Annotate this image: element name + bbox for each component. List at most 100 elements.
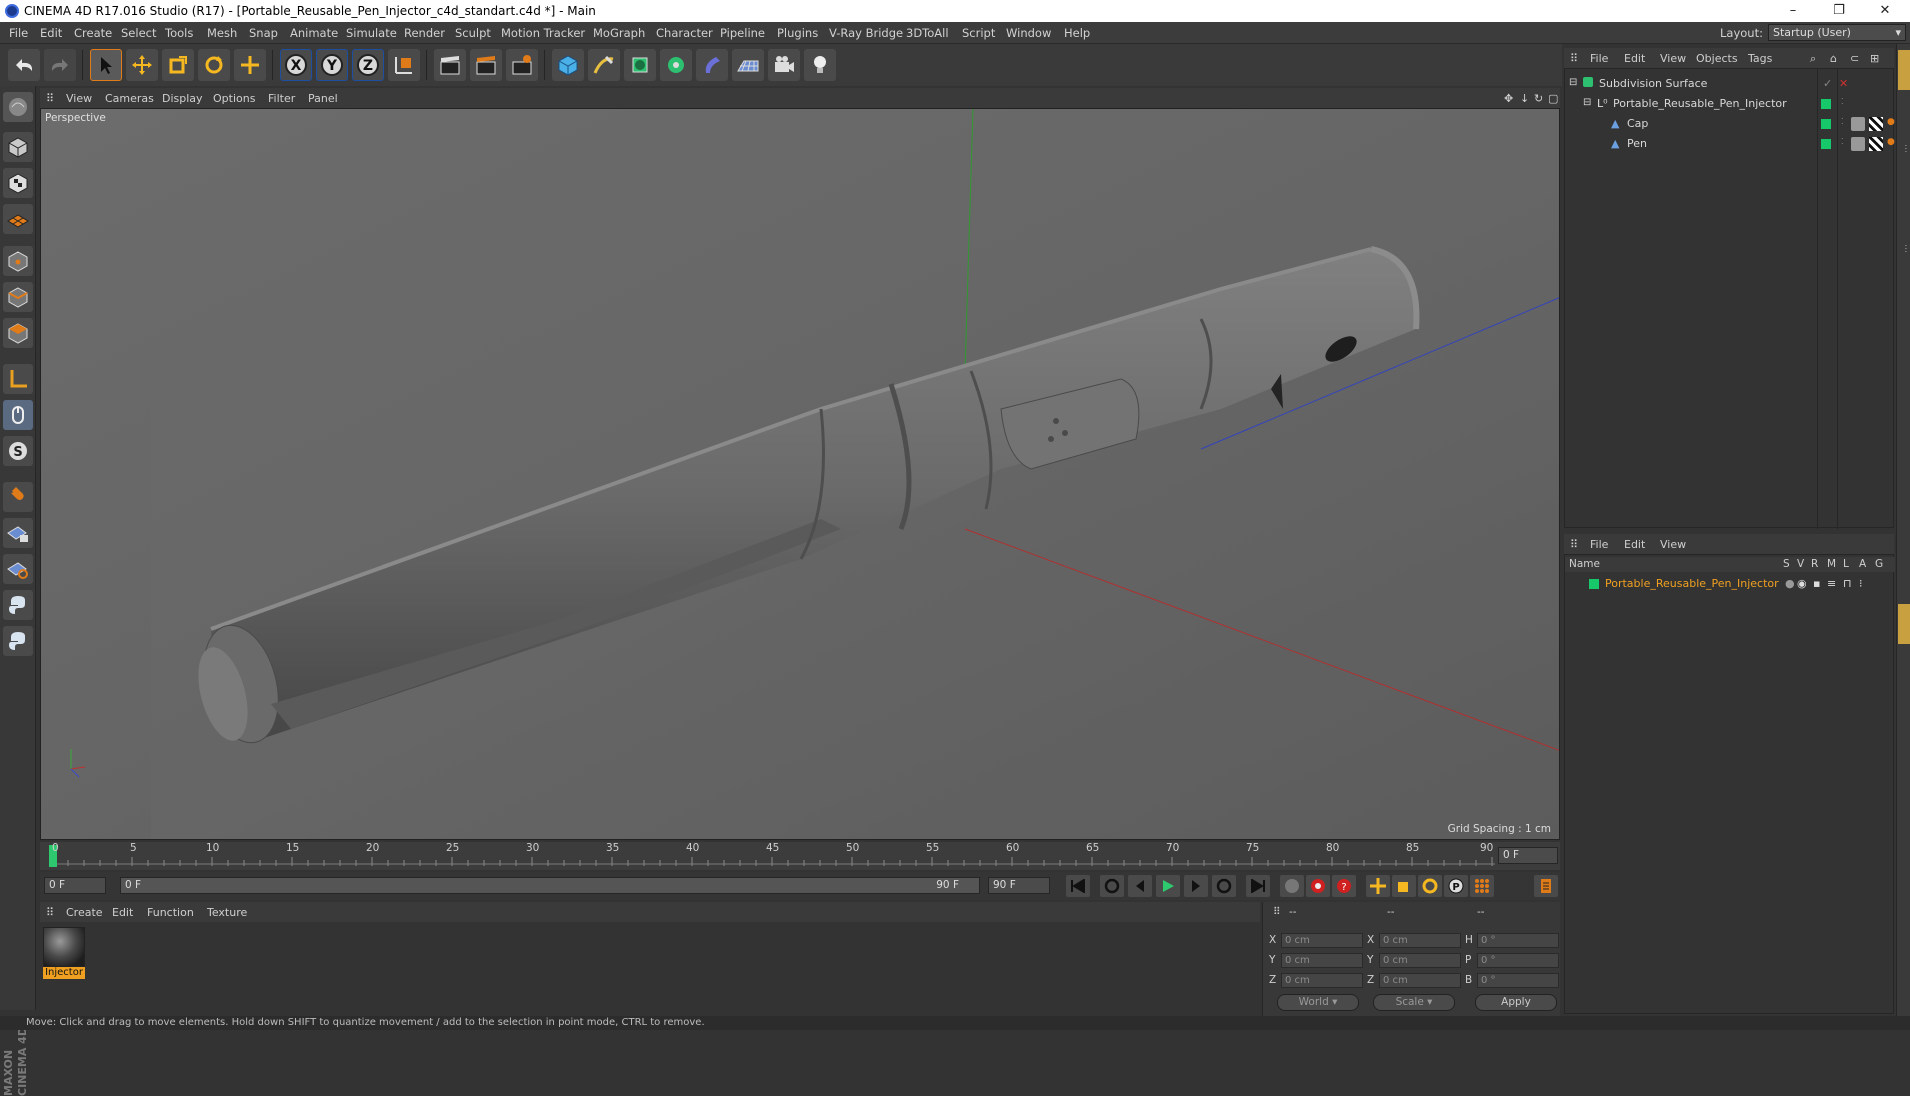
viewport-menu-cameras[interactable]: Cameras bbox=[105, 92, 154, 105]
menu-plugins[interactable]: Plugins bbox=[777, 26, 818, 40]
restore-button[interactable]: ❐ bbox=[1816, 1, 1862, 21]
manager-toggle-icon[interactable]: ≡ bbox=[1827, 577, 1836, 590]
menu-simulate[interactable]: Simulate bbox=[346, 26, 397, 40]
dock-tab-active[interactable] bbox=[1898, 50, 1910, 90]
material-menu-function[interactable]: Function bbox=[147, 906, 194, 919]
enable-axis-button[interactable] bbox=[3, 364, 33, 394]
object-menu-edit[interactable]: Edit bbox=[1624, 52, 1645, 65]
previous-frame-button[interactable] bbox=[1128, 875, 1152, 897]
menu-3dtoall[interactable]: 3DToAll bbox=[906, 26, 949, 40]
light-button[interactable] bbox=[804, 49, 836, 81]
render-settings-button[interactable] bbox=[506, 49, 538, 81]
pos-y-field[interactable]: 0 cm bbox=[1281, 953, 1363, 968]
phong-tag-icon[interactable] bbox=[1851, 117, 1865, 131]
phong-tag-icon[interactable] bbox=[1851, 137, 1865, 151]
layer-row[interactable]: Portable_Reusable_Pen_Injector ● ◉ ▪ ≡ ⊓… bbox=[1565, 575, 1895, 593]
menu-animate[interactable]: Animate bbox=[290, 26, 338, 40]
visibility-dots-icon[interactable]: ⁚ bbox=[1841, 97, 1844, 106]
undo-button[interactable] bbox=[8, 49, 40, 81]
make-editable-button[interactable] bbox=[3, 92, 33, 122]
menu-tools[interactable]: Tools bbox=[165, 26, 193, 40]
keyframe-selection-button[interactable]: ? bbox=[1332, 875, 1356, 897]
object-menu-objects[interactable]: Objects bbox=[1696, 52, 1738, 65]
pos-z-field[interactable]: 0 cm bbox=[1281, 973, 1363, 988]
viewport-menu-display[interactable]: Display bbox=[162, 92, 203, 105]
live-selection-button[interactable] bbox=[90, 49, 122, 81]
workplane-mode-button[interactable] bbox=[3, 204, 33, 234]
y-axis-lock-button[interactable]: Y bbox=[316, 49, 348, 81]
render-picture-viewer-button[interactable] bbox=[470, 49, 502, 81]
viewport-menu-view[interactable]: View bbox=[66, 92, 92, 105]
layer-menu-view[interactable]: View bbox=[1660, 538, 1686, 551]
menu-help[interactable]: Help bbox=[1064, 26, 1090, 40]
close-button[interactable]: ✕ bbox=[1862, 1, 1908, 21]
render-view-button[interactable] bbox=[434, 49, 466, 81]
menu-character[interactable]: Character bbox=[656, 26, 713, 40]
texture-tag-icon[interactable] bbox=[1869, 117, 1883, 131]
size-z-field[interactable]: 0 cm bbox=[1379, 973, 1461, 988]
object-menu-tags[interactable]: Tags bbox=[1748, 52, 1772, 65]
edges-mode-button[interactable] bbox=[3, 282, 33, 312]
menu-script[interactable]: Script bbox=[962, 26, 995, 40]
next-frame-button[interactable] bbox=[1184, 875, 1208, 897]
viewport-menu-panel[interactable]: Panel bbox=[308, 92, 338, 105]
current-frame-field[interactable]: 0 F bbox=[1498, 847, 1558, 864]
rotate-tool-button[interactable] bbox=[198, 49, 230, 81]
viewport-menu-filter[interactable]: Filter bbox=[268, 92, 295, 105]
previous-key-button[interactable] bbox=[1100, 875, 1124, 897]
menu-sculpt[interactable]: Sculpt bbox=[455, 26, 491, 40]
coordinate-mode-select[interactable]: World ▾ bbox=[1277, 994, 1359, 1011]
camera-button[interactable] bbox=[768, 49, 800, 81]
checkmark-icon[interactable]: ✓ bbox=[1823, 77, 1832, 90]
apply-button[interactable]: Apply bbox=[1475, 994, 1557, 1011]
material-menu-texture[interactable]: Texture bbox=[207, 906, 247, 919]
model-mode-button[interactable] bbox=[3, 132, 33, 162]
menu-select[interactable]: Select bbox=[121, 26, 156, 40]
pos-x-field[interactable]: 0 cm bbox=[1281, 933, 1363, 948]
disable-x-icon[interactable]: ✕ bbox=[1839, 77, 1848, 90]
3d-viewport[interactable]: Perspective Grid Spacing : 1 cm bbox=[40, 108, 1560, 840]
material-menu-create[interactable]: Create bbox=[66, 906, 103, 919]
viewport-rotate-icon[interactable]: ↻ bbox=[1534, 92, 1543, 105]
solo-toggle-icon[interactable]: ● bbox=[1785, 577, 1795, 590]
menu-mesh[interactable]: Mesh bbox=[207, 26, 237, 40]
texture-mode-button[interactable] bbox=[3, 168, 33, 198]
eye-icon[interactable]: ◉ bbox=[1797, 577, 1807, 590]
new-panel-icon[interactable]: ⊞ bbox=[1870, 52, 1879, 65]
transform-tool-button[interactable] bbox=[234, 49, 266, 81]
object-row-cap[interactable]: ▲ Cap ⁚ ● bbox=[1565, 115, 1895, 133]
coordinate-system-button[interactable] bbox=[388, 49, 420, 81]
move-tool-button[interactable] bbox=[126, 49, 158, 81]
redo-button[interactable] bbox=[44, 49, 76, 81]
z-axis-lock-button[interactable]: Z bbox=[352, 49, 384, 81]
deformer-button[interactable] bbox=[696, 49, 728, 81]
viewport-move-icon[interactable]: ✥ bbox=[1504, 92, 1513, 105]
layer-color-swatch[interactable] bbox=[1821, 99, 1831, 109]
python-script-button[interactable] bbox=[3, 590, 33, 620]
start-frame-field[interactable]: 0 F bbox=[44, 877, 106, 894]
material-tag-icon[interactable]: ● bbox=[1887, 137, 1895, 147]
rot-b-field[interactable]: 0 ° bbox=[1477, 973, 1559, 988]
dock-tab-content-browser[interactable]: ⋯ bbox=[1898, 144, 1910, 153]
scale-tool-button[interactable] bbox=[162, 49, 194, 81]
size-mode-select[interactable]: Scale ▾ bbox=[1373, 994, 1455, 1011]
tweak-mode-button[interactable] bbox=[3, 400, 33, 430]
planar-workplane-button[interactable] bbox=[3, 554, 33, 584]
go-to-start-button[interactable] bbox=[1066, 875, 1090, 897]
object-menu-file[interactable]: File bbox=[1590, 52, 1608, 65]
menu-edit[interactable]: Edit bbox=[40, 26, 62, 40]
subdivision-surface-button[interactable] bbox=[624, 49, 656, 81]
layer-color-swatch[interactable] bbox=[1821, 139, 1831, 149]
points-mode-button[interactable] bbox=[3, 246, 33, 276]
timeline-window-button[interactable] bbox=[1534, 875, 1558, 897]
minimize-button[interactable]: – bbox=[1770, 1, 1816, 21]
home-icon[interactable]: ⌂ bbox=[1830, 52, 1837, 65]
size-y-field[interactable]: 0 cm bbox=[1379, 953, 1461, 968]
x-axis-lock-button[interactable]: X bbox=[280, 49, 312, 81]
menu-vray-bridge[interactable]: V-Ray Bridge bbox=[829, 26, 903, 40]
viewport-maximize-icon[interactable]: ▢ bbox=[1548, 92, 1558, 105]
layer-color-swatch[interactable] bbox=[1589, 579, 1599, 589]
menu-motion-tracker[interactable]: Motion Tracker bbox=[501, 26, 585, 40]
python-console-button[interactable] bbox=[3, 626, 33, 656]
menu-create[interactable]: Create bbox=[74, 26, 112, 40]
